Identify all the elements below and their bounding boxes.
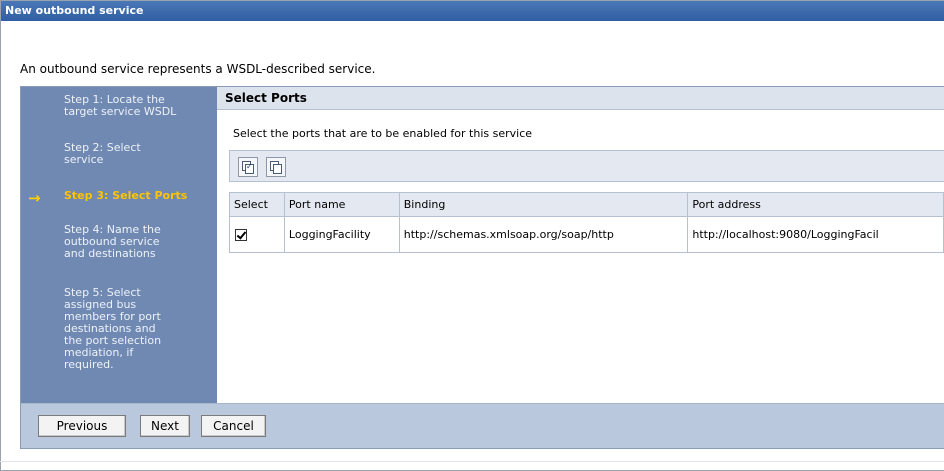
column-header-port-address[interactable]: Port address [687, 192, 944, 217]
table-toolbar: ✓ [229, 150, 944, 182]
panel-description: Select the ports that are to be enabled … [233, 127, 533, 140]
wizard-button-bar: Previous Next Cancel [21, 403, 944, 448]
column-header-select[interactable]: Select [229, 192, 285, 217]
window-title: New outbound service [1, 1, 944, 21]
intro-text: An outbound service represents a WSDL-de… [20, 62, 376, 76]
current-step-arrow-icon: → [28, 189, 41, 207]
step-5: Step 5: Select assigned bus members for … [64, 286, 162, 371]
cancel-button[interactable]: Cancel [201, 415, 266, 437]
port-select-checkbox[interactable] [235, 229, 247, 241]
panel-title: Select Ports [217, 87, 944, 110]
ports-table: Select Port name Binding Port address Lo… [229, 192, 944, 253]
select-cell [229, 216, 285, 253]
port-address-cell: http://localhost:9080/LoggingFacil [687, 216, 944, 253]
select-all-icon[interactable]: ✓ [238, 157, 258, 177]
previous-button[interactable]: Previous [38, 415, 126, 437]
table-header-row: Select Port name Binding Port address [229, 192, 944, 217]
wizard-steps-panel: → Step 1: Locate the target service WSDL… [21, 87, 217, 403]
footer-divider [0, 461, 944, 462]
next-button[interactable]: Next [140, 415, 190, 437]
step-4: Step 4: Name the outbound service and de… [64, 223, 161, 260]
column-header-binding[interactable]: Binding [398, 192, 689, 217]
step-3-current: Step 3: Select Ports [64, 189, 188, 202]
port-name-cell: LoggingFacility [283, 216, 400, 253]
step-1: Step 1: Locate the target service WSDL [64, 93, 177, 118]
binding-cell: http://schemas.xmlsoap.org/soap/http [398, 216, 689, 253]
deselect-all-icon[interactable] [266, 157, 286, 177]
select-ports-panel: Select Ports Select the ports that are t… [217, 87, 944, 403]
table-row: LoggingFacility http://schemas.xmlsoap.o… [229, 216, 944, 253]
column-header-port-name[interactable]: Port name [283, 192, 400, 217]
step-2: Step 2: Select service [64, 141, 141, 166]
